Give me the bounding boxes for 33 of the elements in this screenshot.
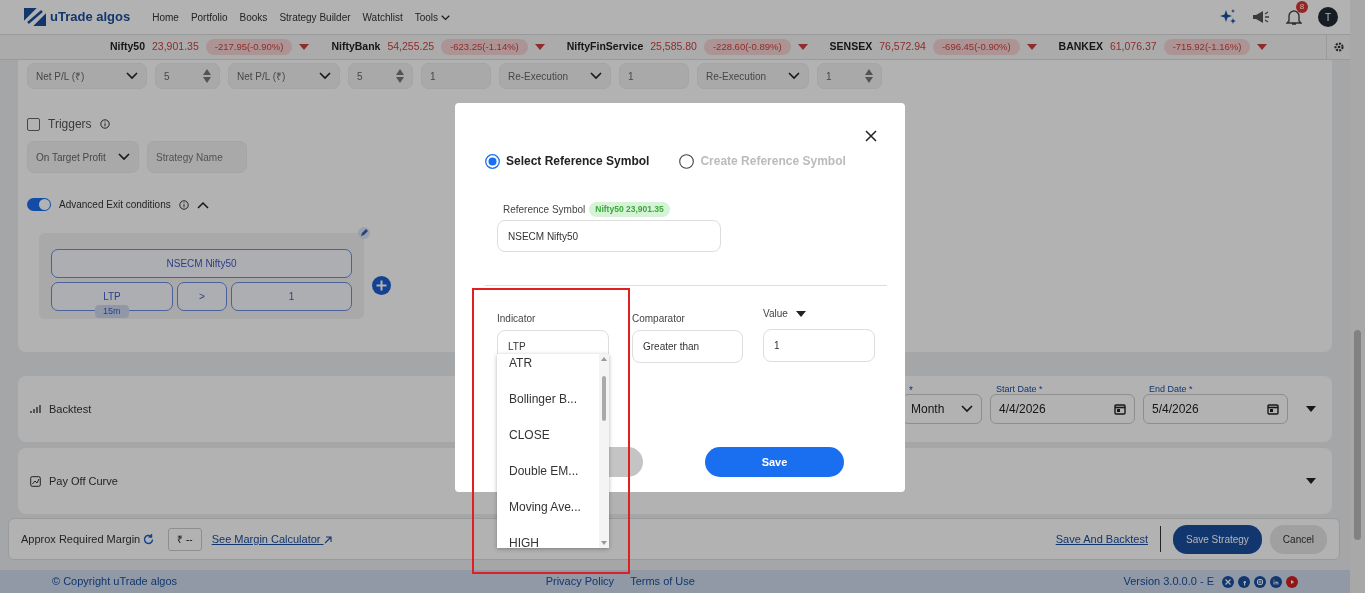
- radio-label: Select Reference Symbol: [506, 153, 650, 170]
- field-label: End Date *: [1149, 383, 1193, 396]
- notification-badge: 8: [1296, 0, 1308, 13]
- ticker-change: -217.95(-0.90%): [205, 38, 293, 56]
- panel-title: Pay Off Curve: [49, 473, 118, 489]
- ticker-name: BANKEX: [1058, 39, 1103, 55]
- panel-title: Backtest: [49, 401, 92, 417]
- toggle-label: Advanced Exit conditions: [59, 198, 171, 212]
- ticker-name: NiftyFinService: [566, 39, 644, 55]
- price-badge: Nifty50 23,901.35: [589, 202, 670, 217]
- ticker-name: SENSEX: [829, 39, 873, 55]
- copyright-text: © Copyright uTrade algos: [52, 574, 178, 590]
- ticker-name: NiftyBank: [331, 39, 381, 55]
- ticker-price: 61,076.37: [1109, 39, 1157, 55]
- ticker-change: -696.45(-0.90%): [932, 38, 1020, 56]
- checkbox-label: Triggers: [48, 116, 92, 133]
- version-text: Version 3.0.0.0 - E: [1123, 574, 1214, 590]
- field-label: Value: [763, 307, 788, 321]
- ticker-change: -228.60(-0.89%): [703, 38, 791, 56]
- ticker-change: -715.92(-1.16%): [1163, 38, 1251, 56]
- ticker-price: 76,572.94: [879, 39, 926, 55]
- radio-label: Create Reference Symbol: [700, 153, 846, 170]
- field-label: Start Date *: [996, 383, 1043, 396]
- field-label: Indicator: [497, 312, 536, 326]
- margin-value: ₹ --: [168, 527, 202, 551]
- field-label: Reference Symbol: [503, 203, 586, 217]
- ticker-price: 23,901.35: [152, 39, 199, 55]
- field-label: Comparator: [632, 312, 685, 326]
- margin-label: Approx Required Margin: [21, 531, 141, 547]
- ticker-change: -623.25(-1.14%): [441, 38, 528, 56]
- ticker-price: 54,255.25: [387, 39, 435, 55]
- ticker-price: 25,585.80: [650, 39, 697, 55]
- ticker-name: Nifty50: [110, 39, 145, 55]
